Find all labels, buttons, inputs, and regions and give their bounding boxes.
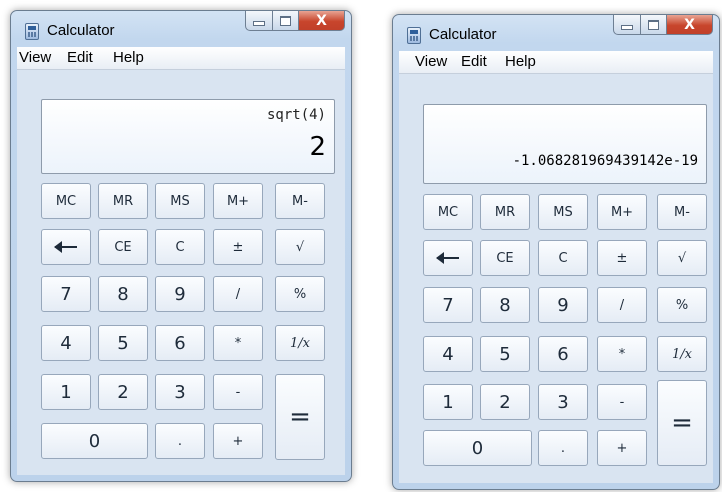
close-icon: X bbox=[684, 16, 695, 33]
digit-0-button[interactable]: 0 bbox=[41, 423, 148, 459]
arrow-left-icon bbox=[54, 241, 77, 253]
display-expression: sqrt(4) bbox=[266, 107, 326, 123]
percent-button[interactable]: % bbox=[275, 276, 325, 312]
maximize-icon bbox=[648, 19, 659, 30]
minus-button[interactable]: - bbox=[597, 384, 647, 420]
menu-edit[interactable]: Edit bbox=[461, 53, 487, 70]
reciprocal-button[interactable]: 1/x bbox=[275, 325, 325, 361]
digit-4-button[interactable]: 4 bbox=[423, 336, 473, 372]
display: -1.068281969439142e-19 bbox=[423, 104, 707, 184]
digit-5-button[interactable]: 5 bbox=[480, 336, 530, 372]
digit-9-button[interactable]: 9 bbox=[155, 276, 205, 312]
minimize-icon bbox=[621, 25, 633, 30]
mc-button[interactable]: MC bbox=[41, 183, 91, 219]
close-icon: X bbox=[316, 12, 327, 29]
digit-6-button[interactable]: 6 bbox=[538, 336, 588, 372]
menu-bar: View Edit Help bbox=[399, 51, 713, 74]
plus-button[interactable]: + bbox=[597, 430, 647, 466]
decimal-button[interactable]: . bbox=[155, 423, 205, 459]
digit-4-button[interactable]: 4 bbox=[41, 325, 91, 361]
title-bar[interactable]: Calculator X bbox=[11, 11, 351, 47]
plus-button[interactable]: + bbox=[213, 423, 263, 459]
divide-button[interactable]: / bbox=[213, 276, 263, 312]
calculator-app-icon bbox=[25, 23, 39, 40]
menu-edit[interactable]: Edit bbox=[67, 49, 93, 66]
plus-minus-button[interactable]: ± bbox=[213, 229, 263, 265]
calculator-body: sqrt(4) 2 MC MR MS M+ M- CE C ± √ 7 8 9 … bbox=[17, 70, 345, 475]
sqrt-button[interactable]: √ bbox=[657, 240, 707, 276]
window-title: Calculator bbox=[47, 22, 115, 39]
maximize-button[interactable] bbox=[273, 11, 299, 31]
title-bar[interactable]: Calculator X bbox=[393, 15, 719, 51]
digit-3-button[interactable]: 3 bbox=[538, 384, 588, 420]
digit-9-button[interactable]: 9 bbox=[538, 287, 588, 323]
minus-button[interactable]: - bbox=[213, 374, 263, 410]
maximize-button[interactable] bbox=[641, 15, 667, 35]
equals-button[interactable]: = bbox=[657, 380, 707, 466]
close-button[interactable]: X bbox=[299, 11, 345, 31]
display-value: 2 bbox=[309, 132, 326, 162]
mr-button[interactable]: MR bbox=[480, 194, 530, 230]
backspace-button[interactable] bbox=[41, 229, 91, 265]
digit-3-button[interactable]: 3 bbox=[155, 374, 205, 410]
m-plus-button[interactable]: M+ bbox=[597, 194, 647, 230]
menu-view[interactable]: View bbox=[415, 53, 447, 70]
digit-8-button[interactable]: 8 bbox=[98, 276, 148, 312]
close-button[interactable]: X bbox=[667, 15, 713, 35]
digit-7-button[interactable]: 7 bbox=[423, 287, 473, 323]
percent-button[interactable]: % bbox=[657, 287, 707, 323]
digit-2-button[interactable]: 2 bbox=[480, 384, 530, 420]
clear-button[interactable]: C bbox=[538, 240, 588, 276]
digit-8-button[interactable]: 8 bbox=[480, 287, 530, 323]
backspace-button[interactable] bbox=[423, 240, 473, 276]
menu-help[interactable]: Help bbox=[113, 49, 144, 66]
mc-button[interactable]: MC bbox=[423, 194, 473, 230]
sqrt-button[interactable]: √ bbox=[275, 229, 325, 265]
divide-button[interactable]: / bbox=[597, 287, 647, 323]
calculator-window-1: Calculator X View Edit Help sqrt(4) 2 MC… bbox=[10, 10, 352, 482]
display-value: -1.068281969439142e-19 bbox=[512, 153, 698, 169]
reciprocal-button[interactable]: 1/x bbox=[657, 336, 707, 372]
ms-button[interactable]: MS bbox=[538, 194, 588, 230]
plus-minus-button[interactable]: ± bbox=[597, 240, 647, 276]
ce-button[interactable]: CE bbox=[98, 229, 148, 265]
display: sqrt(4) 2 bbox=[41, 99, 335, 174]
multiply-button[interactable]: * bbox=[213, 325, 263, 361]
calculator-body: -1.068281969439142e-19 MC MR MS M+ M- CE… bbox=[399, 74, 713, 483]
menu-help[interactable]: Help bbox=[505, 53, 536, 70]
menu-bar: View Edit Help bbox=[17, 47, 345, 70]
digit-1-button[interactable]: 1 bbox=[41, 374, 91, 410]
window-title: Calculator bbox=[429, 26, 497, 43]
m-minus-button[interactable]: M- bbox=[657, 194, 707, 230]
minimize-icon bbox=[253, 21, 265, 26]
digit-0-button[interactable]: 0 bbox=[423, 430, 532, 466]
minimize-button[interactable] bbox=[613, 15, 641, 35]
digit-2-button[interactable]: 2 bbox=[98, 374, 148, 410]
ms-button[interactable]: MS bbox=[155, 183, 205, 219]
menu-view[interactable]: View bbox=[19, 49, 51, 66]
multiply-button[interactable]: * bbox=[597, 336, 647, 372]
digit-1-button[interactable]: 1 bbox=[423, 384, 473, 420]
maximize-icon bbox=[280, 15, 291, 26]
clear-button[interactable]: C bbox=[155, 229, 205, 265]
digit-5-button[interactable]: 5 bbox=[98, 325, 148, 361]
equals-button[interactable]: = bbox=[275, 374, 325, 460]
decimal-button[interactable]: . bbox=[538, 430, 588, 466]
calculator-app-icon bbox=[407, 27, 421, 44]
m-minus-button[interactable]: M- bbox=[275, 183, 325, 219]
arrow-left-icon bbox=[436, 252, 459, 264]
ce-button[interactable]: CE bbox=[480, 240, 530, 276]
digit-7-button[interactable]: 7 bbox=[41, 276, 91, 312]
mr-button[interactable]: MR bbox=[98, 183, 148, 219]
m-plus-button[interactable]: M+ bbox=[213, 183, 263, 219]
minimize-button[interactable] bbox=[245, 11, 273, 31]
digit-6-button[interactable]: 6 bbox=[155, 325, 205, 361]
calculator-window-2: Calculator X View Edit Help -1.068281969… bbox=[392, 14, 720, 490]
